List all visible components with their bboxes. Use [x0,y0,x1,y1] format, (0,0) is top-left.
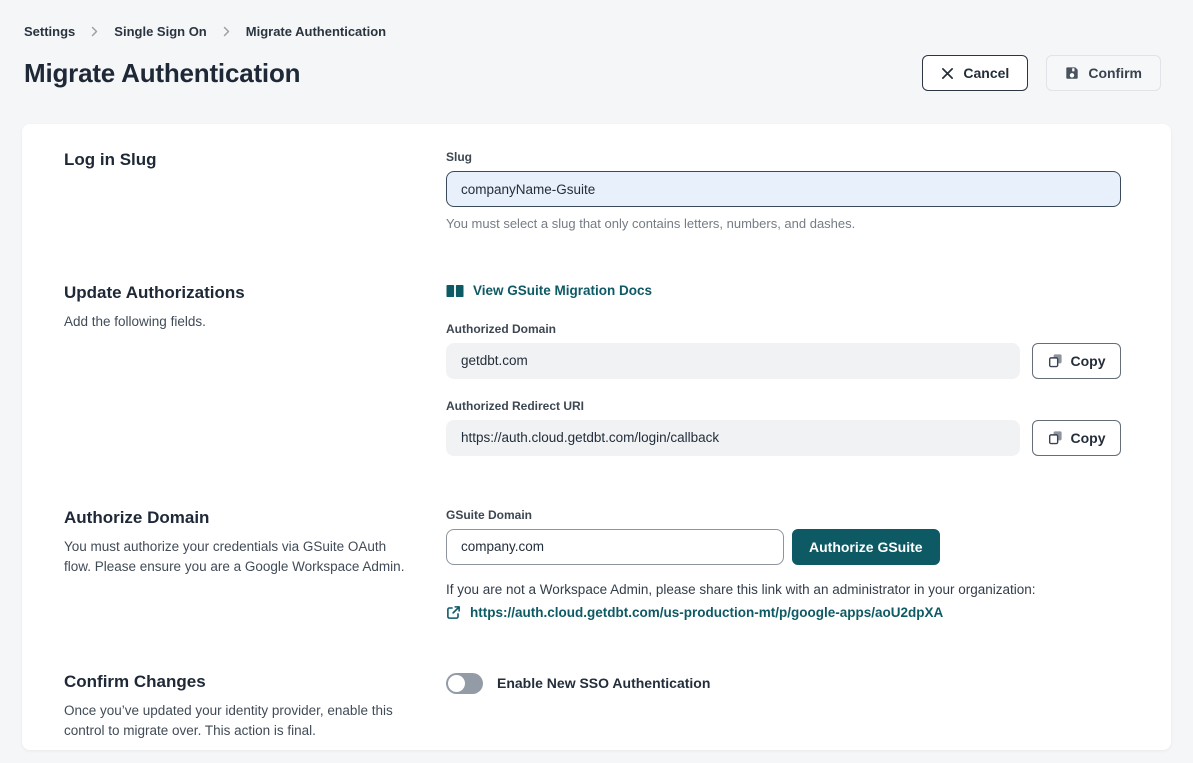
workspace-admin-note: If you are not a Workspace Admin, please… [446,582,1121,597]
breadcrumb-single-sign-on[interactable]: Single Sign On [114,24,206,39]
section-update-authorizations: Update Authorizations Add the following … [64,283,1121,456]
cancel-button-label: Cancel [963,65,1009,81]
section-authorize-domain: Authorize Domain You must authorize your… [64,508,1121,620]
enable-sso-toggle[interactable] [446,673,483,694]
breadcrumb-migrate-authentication: Migrate Authentication [246,24,386,39]
section-confirm-changes: Confirm Changes Once you’ve updated your… [64,672,1121,743]
gsuite-migration-docs-link-label: View GSuite Migration Docs [473,283,652,298]
section-heading-update-authorizations: Update Authorizations [64,283,416,303]
confirm-button[interactable]: Confirm [1046,55,1161,91]
authorize-domain-description: You must authorize your credentials via … [64,537,416,579]
page-title: Migrate Authentication [24,58,922,89]
admin-share-link[interactable]: https://auth.cloud.getdbt.com/us-product… [470,605,943,620]
page-header: Migrate Authentication Cancel Confirm [0,39,1193,91]
copy-button-label: Copy [1071,353,1106,369]
gsuite-migration-docs-link[interactable]: View GSuite Migration Docs [446,283,652,298]
confirm-button-label: Confirm [1088,65,1142,81]
save-icon [1065,66,1079,80]
authorize-gsuite-button-label: Authorize GSuite [809,539,923,555]
section-heading-login-slug: Log in Slug [64,150,416,170]
toggle-knob [448,675,465,692]
gsuite-domain-label: GSuite Domain [446,508,1121,522]
redirect-uri-field[interactable] [446,420,1020,456]
authorized-domain-label: Authorized Domain [446,322,1121,336]
copy-redirect-uri-button[interactable]: Copy [1032,420,1121,456]
section-heading-confirm-changes: Confirm Changes [64,672,416,692]
copy-icon [1048,353,1063,368]
section-login-slug: Log in Slug Slug You must select a slug … [64,150,1121,231]
book-icon [446,284,464,298]
slug-help-text: You must select a slug that only contain… [446,216,1121,231]
section-heading-authorize-domain: Authorize Domain [64,508,416,528]
redirect-uri-label: Authorized Redirect URI [446,399,1121,413]
authorized-domain-field[interactable] [446,343,1020,379]
external-link-icon [446,605,461,620]
cancel-button[interactable]: Cancel [922,55,1028,91]
chevron-right-icon [221,26,232,37]
close-icon [941,67,954,80]
confirm-changes-description: Once you’ve updated your identity provid… [64,701,416,743]
update-authorizations-description: Add the following fields. [64,312,416,333]
authorize-gsuite-button[interactable]: Authorize GSuite [792,529,940,565]
copy-button-label: Copy [1071,430,1106,446]
copy-icon [1048,430,1063,445]
copy-authorized-domain-button[interactable]: Copy [1032,343,1121,379]
gsuite-domain-input[interactable] [446,529,784,565]
slug-input[interactable] [446,171,1121,207]
settings-card: Log in Slug Slug You must select a slug … [22,124,1171,750]
breadcrumb: Settings Single Sign On Migrate Authenti… [0,0,1193,39]
chevron-right-icon [89,26,100,37]
enable-sso-toggle-label: Enable New SSO Authentication [497,675,710,691]
slug-label: Slug [446,150,1121,164]
breadcrumb-settings[interactable]: Settings [24,24,75,39]
